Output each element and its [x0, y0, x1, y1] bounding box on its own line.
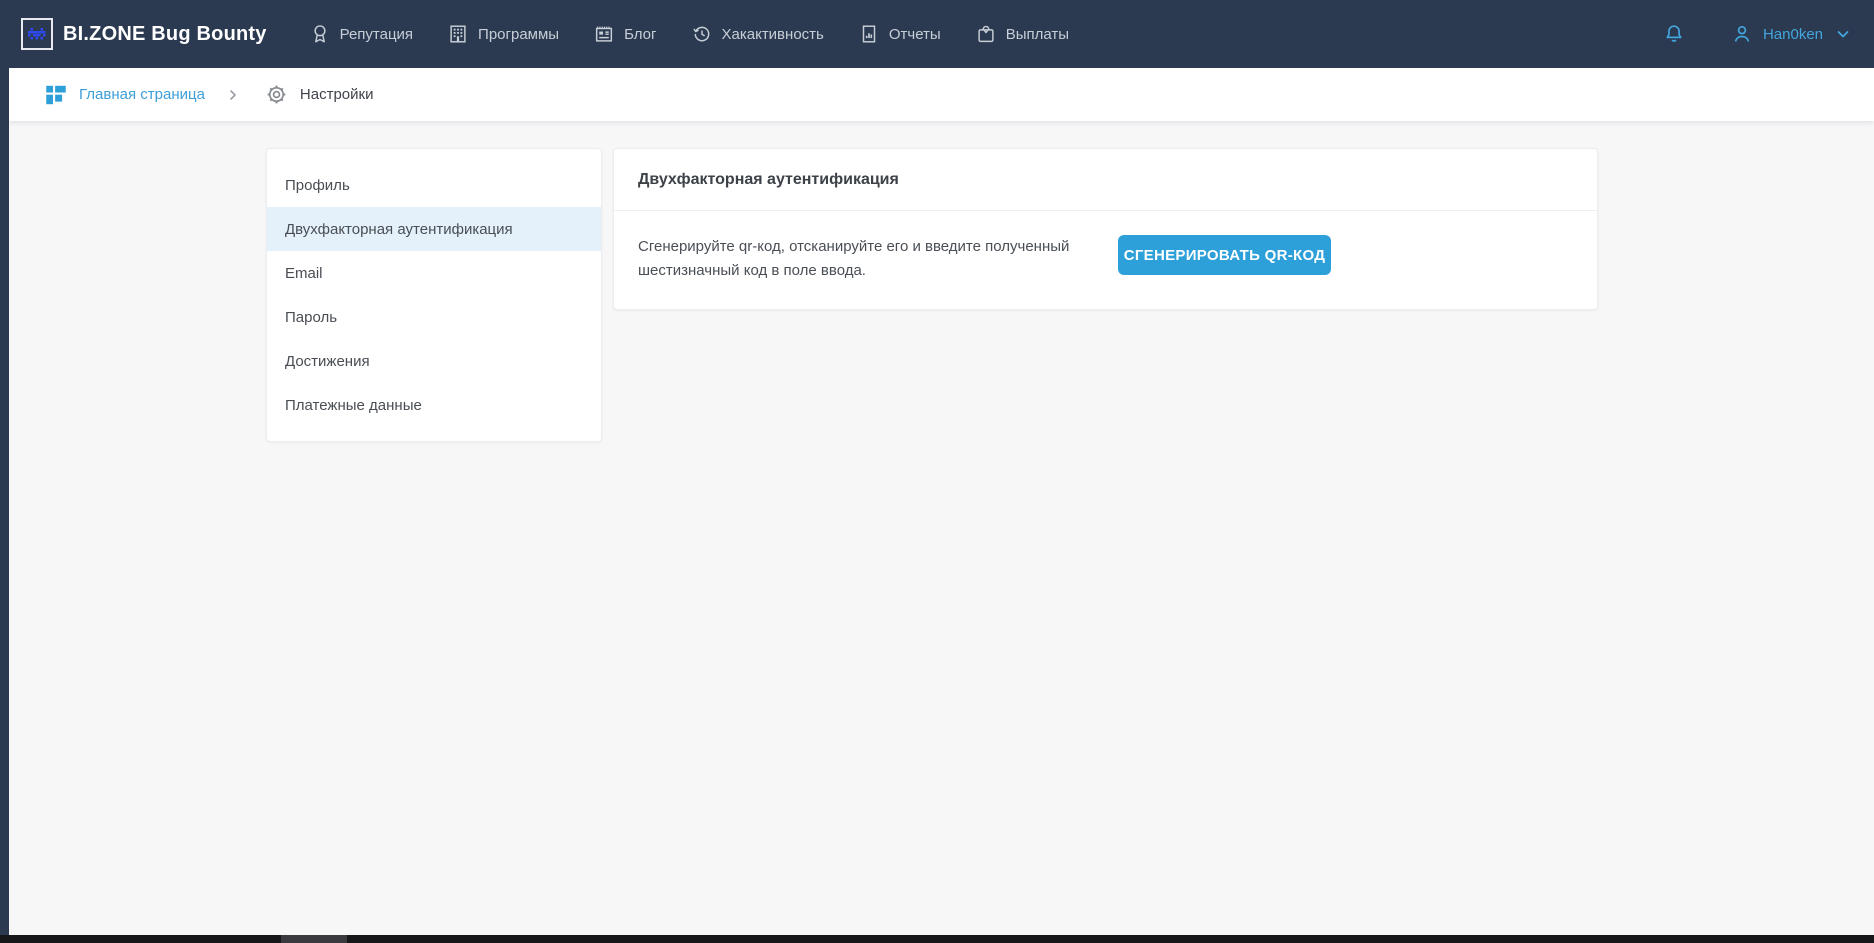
page: BI.ZONE Bug Bounty Репутация — [0, 0, 1874, 943]
user-menu[interactable]: Han0ken — [1730, 22, 1850, 46]
left-edge-strip — [0, 68, 9, 935]
settings-nav: Профиль Двухфакторная аутентификация Ema… — [266, 148, 602, 442]
bizone-logo[interactable] — [21, 18, 53, 50]
gear-icon — [265, 83, 288, 106]
reports-document-icon — [858, 23, 880, 45]
nav-item-hackactivity[interactable]: Хакактивность — [691, 23, 824, 45]
main-content: Профиль Двухфакторная аутентификация Ema… — [9, 121, 1874, 935]
nav-item-reputation[interactable]: Репутация — [309, 23, 413, 45]
programs-building-icon — [447, 23, 469, 45]
top-navbar: BI.ZONE Bug Bounty Репутация — [0, 0, 1874, 68]
dashboard-icon — [43, 82, 69, 108]
twofa-card-body: Сгенерируйте qr-код, отсканируйте его и … — [614, 211, 1597, 309]
twofa-card-title: Двухфакторная аутентификация — [614, 149, 1597, 211]
settings-nav-item-payment-data[interactable]: Платежные данные — [267, 383, 601, 427]
nav-item-label: Репутация — [340, 26, 413, 43]
blog-news-icon — [593, 23, 615, 45]
nav-item-label: Отчеты — [889, 26, 941, 43]
settings-nav-item-label: Пароль — [285, 309, 337, 326]
nav-item-label: Хакактивность — [722, 26, 824, 43]
settings-nav-item-password[interactable]: Пароль — [267, 295, 601, 339]
breadcrumb-current-label: Настройки — [300, 86, 374, 103]
nav-item-payouts[interactable]: Выплаты — [975, 23, 1069, 45]
hackactivity-history-icon — [691, 23, 713, 45]
settings-nav-item-profile[interactable]: Профиль — [267, 163, 601, 207]
chevron-down-icon — [1836, 27, 1850, 41]
nav-item-blog[interactable]: Блог — [593, 23, 656, 45]
twofa-description: Сгенерируйте qr-код, отсканируйте его и … — [638, 235, 1078, 283]
nav-item-label: Блог — [624, 26, 656, 43]
username: Han0ken — [1763, 26, 1823, 43]
payouts-bag-icon — [975, 23, 997, 45]
settings-nav-item-label: Платежные данные — [285, 397, 422, 414]
breadcrumb-home-link[interactable]: Главная страница — [43, 82, 205, 108]
nav-item-programs[interactable]: Программы — [447, 23, 559, 45]
nav-item-label: Выплаты — [1006, 26, 1069, 43]
twofa-card: Двухфакторная аутентификация Сгенерируйт… — [613, 148, 1598, 310]
twofa-description-wrap: Сгенерируйте qr-код, отсканируйте его и … — [638, 235, 1118, 283]
horizontal-scrollbar — [0, 935, 1874, 943]
settings-nav-item-email[interactable]: Email — [267, 251, 601, 295]
horizontal-scrollbar-thumb[interactable] — [281, 935, 347, 943]
navbar-right: Han0ken — [1662, 22, 1850, 46]
chevron-right-icon — [227, 89, 239, 101]
main-nav: Репутация Программы — [309, 23, 1069, 45]
brand-title[interactable]: BI.ZONE Bug Bounty — [63, 23, 267, 46]
settings-nav-item-achievements[interactable]: Достижения — [267, 339, 601, 383]
user-avatar-icon — [1730, 22, 1754, 46]
notifications-bell-icon[interactable] — [1662, 22, 1686, 46]
breadcrumb: Главная страница Настройки — [9, 68, 1874, 121]
breadcrumb-home-label: Главная страница — [79, 86, 205, 103]
settings-nav-item-label: Достижения — [285, 353, 370, 370]
settings-nav-item-label: Профиль — [285, 177, 350, 194]
settings-nav-item-label: Двухфакторная аутентификация — [285, 221, 513, 238]
pixel-bug-icon — [28, 28, 46, 41]
settings-nav-item-label: Email — [285, 265, 323, 282]
nav-item-reports[interactable]: Отчеты — [858, 23, 941, 45]
nav-item-label: Программы — [478, 26, 559, 43]
settings-nav-item-2fa[interactable]: Двухфакторная аутентификация — [267, 207, 601, 251]
reputation-award-icon — [309, 23, 331, 45]
generate-qr-button[interactable]: СГЕНЕРИРОВАТЬ QR-КОД — [1118, 235, 1331, 275]
